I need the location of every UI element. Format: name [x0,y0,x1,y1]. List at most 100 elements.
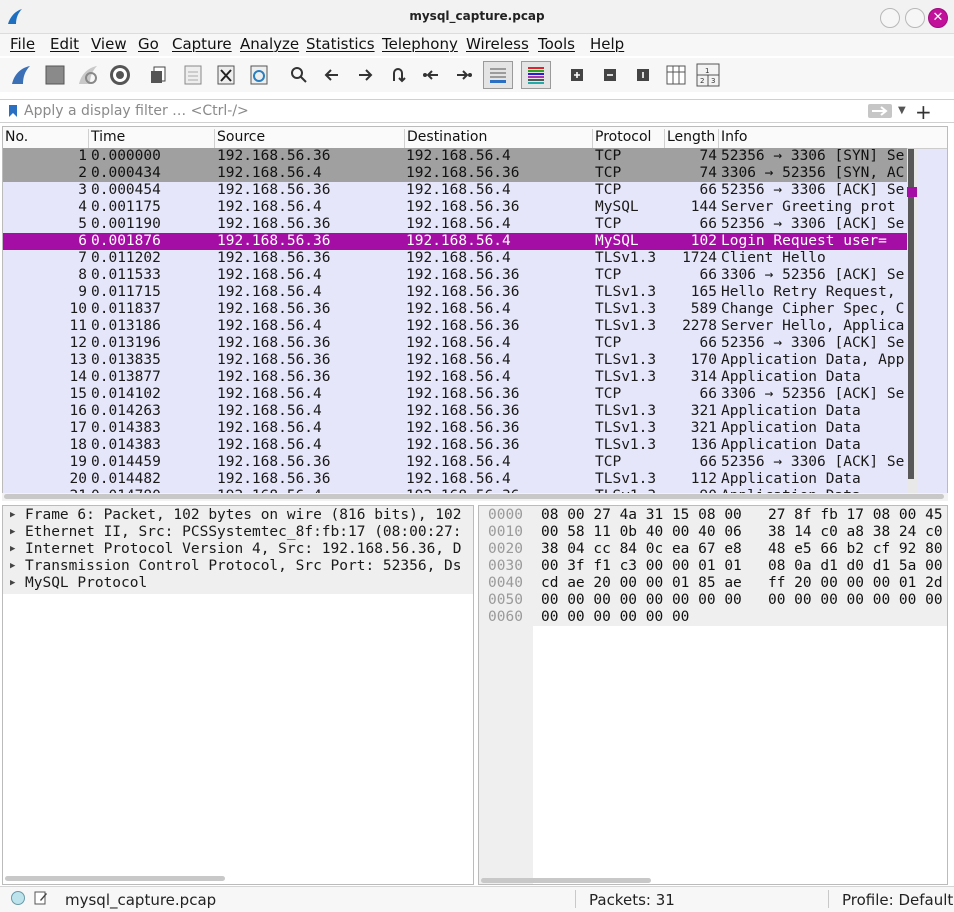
packet-info-cell: Login Request user= [721,233,887,249]
detail-tree-item[interactable]: ▶ MySQL Protocol [3,575,473,592]
find-packet-icon[interactable] [286,62,312,88]
detail-tree-item[interactable]: ▶ Transmission Control Protocol, Src Port… [3,558,473,575]
packet-row[interactable]: 9 0.011715 192.168.56.4 192.168.56.36 TLSv1.… [3,284,907,301]
expand-arrow-icon[interactable]: ▶ [10,575,15,592]
bytes-hex[interactable]: 00 00 00 00 00 00 [541,609,689,626]
packet-list-hscrollbar[interactable] [2,493,948,501]
bytes-hex[interactable]: cd ae 20 00 00 01 85 ae ff 20 00 00 00 0… [541,575,943,592]
menu-wireless[interactable]: Wireless [466,35,529,53]
packet-row[interactable]: 18 0.014383 192.168.56.4 192.168.56.36 TLSv1… [3,437,907,454]
menu-analyze[interactable]: Analyze [240,35,299,53]
first-packet-icon[interactable] [418,62,444,88]
filter-history-dropdown-icon[interactable]: ▼ [898,105,906,116]
packet-info-cell: 52356 → 3306 [ACK] Se [721,454,905,470]
packet-row[interactable]: 17 0.014383 192.168.56.4 192.168.56.36 TLSv1… [3,420,907,437]
bookmark-icon[interactable] [8,104,18,118]
apply-filter-arrow-icon[interactable] [868,104,892,118]
menu-go[interactable]: Go [138,35,159,53]
expand-arrow-icon[interactable]: ▶ [10,541,15,558]
reload-file-icon[interactable] [246,62,272,88]
shark-fin-start-icon[interactable] [8,62,34,88]
menu-view[interactable]: View [91,35,127,53]
packet-row[interactable]: 6 0.001876 192.168.56.36 192.168.56.4 MySQL 1… [3,233,907,250]
menu-tools[interactable]: Tools [538,35,575,53]
scrollbar-thumb[interactable] [908,149,914,479]
bytes-hex[interactable]: 00 00 00 00 00 00 00 00 00 00 00 00 00 0… [541,592,943,609]
bytes-offset: 0010 [488,524,523,540]
column-source[interactable]: Source [215,129,405,149]
expand-arrow-icon[interactable]: ▶ [10,524,15,541]
column-no[interactable]: No. [3,129,89,149]
last-packet-icon[interactable] [451,62,477,88]
normal-size-icon[interactable] [630,62,656,88]
add-filter-button-icon[interactable]: + [915,100,932,124]
packet-source-cell: 192.168.56.4 [217,165,322,181]
packet-row[interactable]: 20 0.014482 192.168.56.36 192.168.56.4 TLSv1… [3,471,907,488]
detail-tree-item[interactable]: ▶ Frame 6: Packet, 102 bytes on wire (816… [3,507,473,524]
auto-scroll-icon[interactable] [483,61,513,89]
menu-edit[interactable]: Edit [50,35,79,53]
menu-telephony[interactable]: Telephony [382,35,458,53]
display-filter-input[interactable] [24,101,884,121]
zoom-out-icon[interactable] [597,62,623,88]
packet-row[interactable]: 10 0.011837 192.168.56.36 192.168.56.4 TLSv1… [3,301,907,318]
packet-row[interactable]: 2 0.000434 192.168.56.4 192.168.56.36 TCP 74 3… [3,165,907,182]
packet-info-cell: Application Data [721,369,861,385]
open-file-icon[interactable] [146,62,172,88]
close-window-button[interactable]: ✕ [928,8,948,28]
colorize-icon[interactable] [521,61,551,89]
layout-icon[interactable]: 123 [695,62,721,88]
bytes-hscrollbar[interactable] [481,878,651,883]
expert-info-indicator-icon[interactable] [11,891,25,905]
column-length[interactable]: Length [665,129,719,149]
bytes-hex[interactable]: 38 04 cc 84 0c ea 67 e8 48 e5 66 b2 cf 9… [541,541,943,558]
zoom-in-icon[interactable] [564,62,590,88]
status-profile[interactable]: Profile: Default [842,891,953,909]
packet-row[interactable]: 4 0.001175 192.168.56.4 192.168.56.36 MySQL 1… [3,199,907,216]
packet-row[interactable]: 5 0.001190 192.168.56.36 192.168.56.4 TCP 66 5… [3,216,907,233]
bytes-hex[interactable]: 00 58 11 0b 40 00 40 06 38 14 c0 a8 38 2… [541,524,943,541]
detail-tree-item[interactable]: ▶ Internet Protocol Version 4, Src: 192.1… [3,541,473,558]
packet-row[interactable]: 8 0.011533 192.168.56.4 192.168.56.36 TCP 66 3… [3,267,907,284]
column-protocol[interactable]: Protocol [593,129,665,149]
column-info[interactable]: Info [719,129,907,149]
expand-arrow-icon[interactable]: ▶ [10,507,15,524]
menu-file[interactable]: File [10,35,35,53]
packet-row[interactable]: 13 0.013835 192.168.56.36 192.168.56.4 TLSv1… [3,352,907,369]
column-destination[interactable]: Destination [405,129,593,149]
details-hscrollbar[interactable] [5,876,225,881]
packet-list-scrollbar[interactable] [907,149,917,495]
menu-help[interactable]: Help [590,35,624,53]
expand-arrow-icon[interactable]: ▶ [10,558,15,575]
go-back-icon[interactable] [319,62,345,88]
packet-row[interactable]: 11 0.013186 192.168.56.4 192.168.56.36 TLSv1… [3,318,907,335]
capture-options-icon[interactable] [107,62,133,88]
menu-capture[interactable]: Capture [172,35,232,53]
bytes-hex[interactable]: 00 3f f1 c3 00 00 01 01 08 0a d1 d0 d1 5… [541,558,943,575]
minimize-button[interactable] [880,8,900,28]
restart-capture-icon[interactable] [75,62,101,88]
column-time[interactable]: Time [89,129,215,149]
maximize-button[interactable] [905,8,925,28]
packet-row[interactable]: 7 0.011202 192.168.56.36 192.168.56.4 TLSv1.… [3,250,907,267]
go-forward-icon[interactable] [352,62,378,88]
hscrollbar-thumb[interactable] [4,494,944,499]
go-to-packet-icon[interactable] [385,62,411,88]
packet-row[interactable]: 15 0.014102 192.168.56.4 192.168.56.36 TCP 66… [3,386,907,403]
menu-statistics[interactable]: Statistics [306,35,375,53]
close-file-icon[interactable] [213,62,239,88]
bytes-hex[interactable]: 08 00 27 4a 31 15 08 00 27 8f fb 17 08 0… [541,507,943,524]
packet-row[interactable]: 19 0.014459 192.168.56.36 192.168.56.4 TCP 66… [3,454,907,471]
status-separator [828,890,829,908]
packet-row[interactable]: 1 0.000000 192.168.56.36 192.168.56.4 TCP 74 5… [3,148,907,165]
save-file-icon[interactable] [180,62,206,88]
capture-comment-edit-icon[interactable] [34,890,48,906]
resize-columns-icon[interactable] [663,62,689,88]
packet-row[interactable]: 16 0.014263 192.168.56.4 192.168.56.36 TLSv1… [3,403,907,420]
packet-row[interactable]: 12 0.013196 192.168.56.36 192.168.56.4 TCP 66… [3,335,907,352]
detail-tree-item[interactable]: ▶ Ethernet II, Src: PCSSystemtec_8f:fb:17… [3,524,473,541]
packet-row[interactable]: 3 0.000454 192.168.56.36 192.168.56.4 TCP 66 5… [3,182,907,199]
packet-time-cell: 0.014482 [91,471,161,487]
packet-row[interactable]: 14 0.013877 192.168.56.36 192.168.56.4 TLSv1… [3,369,907,386]
stop-capture-icon[interactable] [42,62,68,88]
